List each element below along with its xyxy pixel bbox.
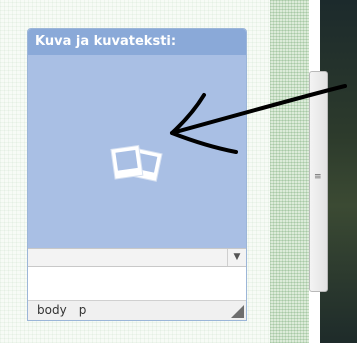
- panel-title: Kuva ja kuvateksti:: [28, 29, 246, 55]
- path-item-body[interactable]: body: [37, 303, 67, 317]
- background-texture-strip: [270, 0, 310, 343]
- resize-handle-icon[interactable]: [231, 305, 244, 318]
- scrollbar-thumb[interactable]: ≡: [309, 71, 328, 292]
- image-caption-panel: Kuva ja kuvateksti: ▼ body p: [27, 28, 247, 321]
- image-drop-area[interactable]: [28, 55, 246, 248]
- grip-lines-icon: ≡: [314, 172, 322, 182]
- element-path-bar: body p: [28, 300, 246, 320]
- caption-style-select[interactable]: ▼: [28, 248, 246, 267]
- path-item-p[interactable]: p: [79, 303, 87, 317]
- dropdown-arrow-icon[interactable]: ▼: [227, 249, 246, 266]
- photo-stack-icon[interactable]: [109, 143, 165, 187]
- caption-text-field[interactable]: [28, 267, 246, 300]
